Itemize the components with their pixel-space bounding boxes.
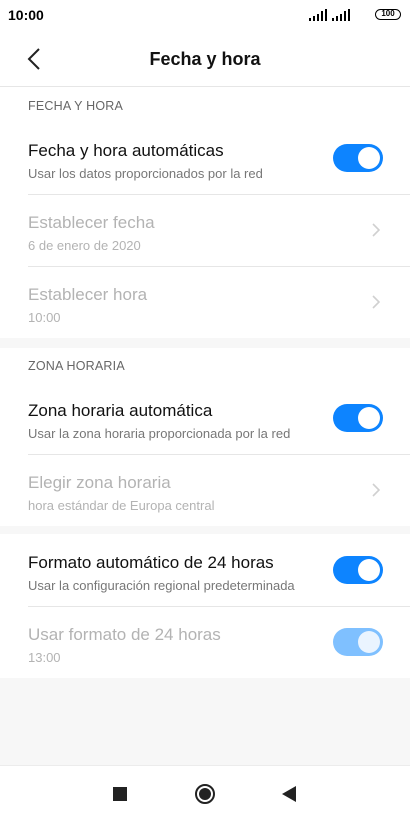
row-subtitle: 13:00 [28,650,61,665]
use-24-hour-format-row[interactable]: Usar formato de 24 horas 13:00 [0,606,410,678]
row-subtitle: Usar los datos proporcionados por la red [28,166,263,181]
automatic-24-hour-format-toggle[interactable] [333,556,383,584]
row-title: Elegir zona horaria [28,473,171,492]
signal-icon [309,9,327,21]
back-icon[interactable] [282,786,296,802]
section-date-time: FECHA Y HORA Fecha y hora automáticas Us… [0,86,410,338]
row-subtitle: 6 de enero de 2020 [28,238,141,253]
chevron-right-icon [372,295,381,309]
automatic-date-time-row[interactable]: Fecha y hora automáticas Usar los datos … [0,122,410,194]
row-title: Usar formato de 24 horas [28,625,221,644]
automatic-24-hour-format-row[interactable]: Formato automático de 24 horas Usar la c… [0,534,410,606]
signal-icon [332,9,350,21]
row-title: Zona horaria automática [28,401,213,420]
row-title: Fecha y hora automáticas [28,141,224,160]
section-label: FECHA Y HORA [28,99,124,113]
row-title: Establecer hora [28,285,148,304]
recent-apps-icon[interactable] [113,787,127,801]
automatic-time-zone-toggle[interactable] [333,404,383,432]
row-title: Formato automático de 24 horas [28,553,274,572]
chevron-right-icon [372,223,381,237]
row-subtitle: 10:00 [28,310,61,325]
header: Fecha y hora [0,32,410,86]
status-time: 10:00 [8,7,44,23]
row-subtitle: hora estándar de Europa central [28,498,215,513]
navigation-bar [0,765,410,821]
page-title: Fecha y hora [149,49,261,69]
chevron-right-icon [372,483,381,497]
section-24-hour-format: Formato automático de 24 horas Usar la c… [0,534,410,678]
set-date-row[interactable]: Establecer fecha 6 de enero de 2020 [0,194,410,266]
row-title: Establecer fecha [28,213,155,232]
row-subtitle: Usar la configuración regional predeterm… [28,578,295,593]
row-subtitle: Usar la zona horaria proporcionada por l… [28,426,291,441]
status-bar: 10:00 100 [0,0,410,32]
automatic-date-time-toggle[interactable] [333,144,383,172]
home-icon[interactable] [194,783,216,805]
use-24-hour-format-toggle[interactable] [333,628,383,656]
battery-level: 100 [381,9,395,18]
set-time-row[interactable]: Establecer hora 10:00 [0,266,410,338]
automatic-time-zone-row[interactable]: Zona horaria automática Usar la zona hor… [0,382,410,454]
section-time-zone: ZONA HORARIA Zona horaria automática Usa… [0,348,410,526]
section-label: ZONA HORARIA [28,359,125,373]
battery-icon: 100 [375,9,401,20]
choose-time-zone-row[interactable]: Elegir zona horaria hora estándar de Eur… [0,454,410,526]
